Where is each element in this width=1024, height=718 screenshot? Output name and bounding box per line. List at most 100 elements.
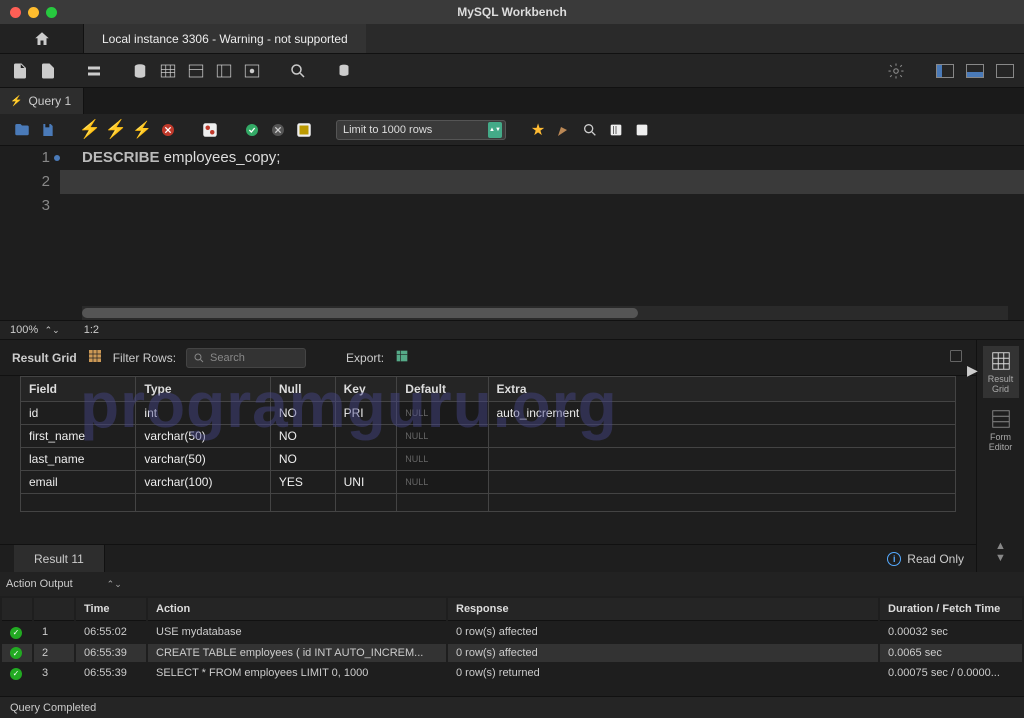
table-row[interactable]: idintNOPRINULLauto_increment	[21, 402, 956, 425]
ao-col-action[interactable]: Action	[148, 598, 446, 621]
export-icon[interactable]	[394, 348, 410, 367]
col-default[interactable]: Default	[397, 377, 488, 402]
action-output-table[interactable]: Time Action Response Duration / Fetch Ti…	[0, 596, 1024, 685]
query-tab-label: Query 1	[28, 94, 71, 108]
find-icon[interactable]	[554, 120, 574, 140]
success-icon: ✓	[10, 668, 22, 680]
action-output-row[interactable]: ✓106:55:02USE mydatabase0 row(s) affecte…	[2, 623, 1022, 642]
action-output-row[interactable]: ✓306:55:39SELECT * FROM employees LIMIT …	[2, 664, 1022, 683]
invisible-chars-icon[interactable]	[580, 120, 600, 140]
action-output-header: Action Output ⌃⌄	[0, 572, 1024, 596]
settings-icon[interactable]	[886, 61, 906, 81]
sql-text: employees_copy;	[160, 149, 281, 166]
line-number: 2	[0, 170, 50, 194]
chevron-updown-icon: ⌃⌄	[42, 325, 60, 335]
info-icon: i	[887, 552, 901, 566]
create-schema-icon[interactable]	[130, 61, 150, 81]
success-icon: ✓	[10, 627, 22, 639]
editor-footer: 100% ⌃⌄ 1:2	[0, 320, 1024, 340]
col-field[interactable]: Field	[21, 377, 136, 402]
limit-rows-select[interactable]: Limit to 1000 rows ▲▼	[336, 120, 506, 140]
bolt-icon: ⚡	[10, 96, 22, 107]
create-function-icon[interactable]	[242, 61, 262, 81]
connection-tabs: Local instance 3306 - Warning - not supp…	[0, 24, 1024, 54]
line-number: 1	[0, 146, 50, 170]
query-tabs: ⚡ Query 1	[0, 88, 1024, 114]
result-side-panel: ▶ Result Grid Form Editor ▲▼	[976, 340, 1024, 572]
filter-rows-input[interactable]: Search	[186, 348, 306, 368]
table-row[interactable]: emailvarchar(100)YESUNINULL	[21, 471, 956, 494]
limit-label: Limit to 1000 rows	[343, 124, 432, 136]
search-table-icon[interactable]	[288, 61, 308, 81]
form-icon	[990, 408, 1012, 430]
table-row[interactable]: last_namevarchar(50)NONULL	[21, 448, 956, 471]
toggle-bottom-panel-button[interactable]	[966, 64, 984, 78]
stepper-icon: ▲▼	[488, 122, 502, 138]
result-tabs: Result 11 i Read Only	[0, 544, 976, 572]
line-number: 3	[0, 194, 50, 218]
window-title: MySQL Workbench	[0, 5, 1024, 19]
rollback-icon[interactable]	[268, 120, 288, 140]
execute-current-icon[interactable]: ⚡	[106, 120, 126, 140]
explain-icon[interactable]: ⚡	[132, 120, 152, 140]
zoom-level[interactable]: 100%	[10, 324, 38, 336]
action-output-row[interactable]: ✓206:55:39CREATE TABLE employees ( id IN…	[2, 644, 1022, 663]
snippets-icon[interactable]	[632, 120, 652, 140]
commit-icon[interactable]	[242, 120, 262, 140]
filter-rows-label: Filter Rows:	[113, 351, 176, 365]
execute-icon[interactable]: ⚡	[80, 120, 100, 140]
table-row[interactable]: first_namevarchar(50)NONULL	[21, 425, 956, 448]
sql-editor[interactable]: 1 2 3 DESCRIBE employees_copy;	[0, 146, 1024, 320]
ao-col-time[interactable]: Time	[76, 598, 146, 621]
wrap-cell-icon[interactable]	[948, 348, 964, 367]
col-extra[interactable]: Extra	[488, 377, 956, 402]
toggle-autocommit-icon[interactable]	[200, 120, 220, 140]
new-sql-tab-icon[interactable]	[10, 61, 30, 81]
ao-col-duration[interactable]: Duration / Fetch Time	[880, 598, 1022, 621]
save-file-icon[interactable]	[38, 120, 58, 140]
reconnect-icon[interactable]	[334, 61, 354, 81]
toggle-right-panel-button[interactable]	[996, 64, 1014, 78]
result-tab[interactable]: Result 11	[14, 545, 105, 572]
status-bar: Query Completed	[0, 696, 1024, 718]
action-output-label[interactable]: Action Output	[6, 578, 73, 590]
home-tab[interactable]	[0, 24, 84, 53]
result-grid[interactable]: Field Type Null Key Default Extra idintN…	[0, 376, 976, 544]
scroll-arrows-icon[interactable]: ▲▼	[995, 540, 1006, 564]
result-grid-label: Result Grid	[12, 351, 77, 365]
create-procedure-icon[interactable]	[214, 61, 234, 81]
col-type[interactable]: Type	[136, 377, 270, 402]
create-view-icon[interactable]	[186, 61, 206, 81]
grid-view-icon	[990, 350, 1012, 372]
open-sql-file-icon[interactable]	[38, 61, 58, 81]
search-icon	[193, 352, 205, 364]
wrap-icon[interactable]	[606, 120, 626, 140]
connection-tab[interactable]: Local instance 3306 - Warning - not supp…	[84, 24, 366, 53]
line-gutter: 1 2 3	[0, 146, 60, 320]
beautify-icon[interactable]: ★	[528, 120, 548, 140]
ao-col-response[interactable]: Response	[448, 598, 878, 621]
col-key[interactable]: Key	[335, 377, 397, 402]
editor-toolbar: ⚡ ⚡ ⚡ Limit to 1000 rows ▲▼ ★	[0, 114, 1024, 146]
grid-icon[interactable]	[87, 348, 103, 367]
open-file-icon[interactable]	[12, 120, 32, 140]
chevron-updown-icon: ⌃⌄	[107, 579, 122, 590]
toggle-limit-icon[interactable]	[294, 120, 314, 140]
toggle-left-panel-button[interactable]	[936, 64, 954, 78]
status-text: Query Completed	[10, 702, 96, 714]
main-toolbar	[0, 54, 1024, 88]
stop-icon[interactable]	[158, 120, 178, 140]
create-table-icon[interactable]	[158, 61, 178, 81]
horizontal-scrollbar[interactable]	[82, 306, 1008, 320]
titlebar: MySQL Workbench	[0, 0, 1024, 24]
success-icon: ✓	[10, 647, 22, 659]
col-null[interactable]: Null	[270, 377, 335, 402]
export-label: Export:	[346, 351, 384, 365]
query-tab-1[interactable]: ⚡ Query 1	[0, 88, 84, 114]
code-area[interactable]: DESCRIBE employees_copy;	[60, 146, 1024, 320]
result-grid-view-button[interactable]: Result Grid	[983, 346, 1019, 398]
filter-placeholder: Search	[210, 352, 245, 364]
inspector-icon[interactable]	[84, 61, 104, 81]
form-editor-view-button[interactable]: Form Editor	[983, 404, 1019, 456]
collapse-icon[interactable]: ▶	[967, 362, 978, 379]
